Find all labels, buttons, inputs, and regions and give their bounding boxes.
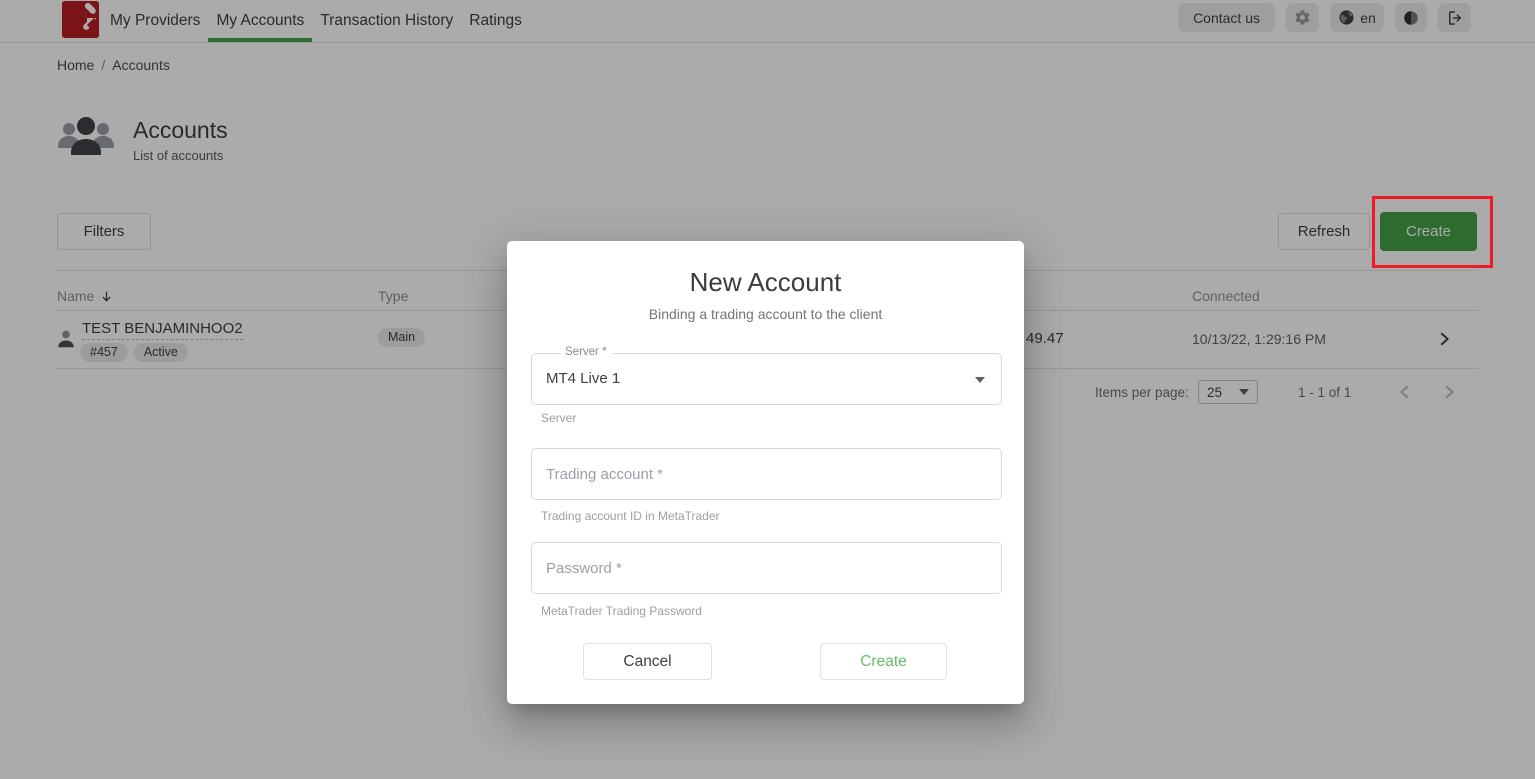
server-select-label: Server *: [560, 346, 612, 358]
trading-account-field-wrap: [531, 448, 1002, 500]
chevron-down-icon: [975, 377, 985, 383]
password-field-wrap: [531, 542, 1002, 594]
new-account-dialog: New Account Binding a trading account to…: [507, 241, 1024, 704]
dialog-cancel-button[interactable]: Cancel: [583, 643, 712, 680]
server-hint: Server: [541, 411, 576, 425]
server-select-value: MT4 Live 1: [546, 370, 620, 387]
dialog-subtitle: Binding a trading account to the client: [507, 306, 1024, 322]
password-input[interactable]: [532, 543, 1001, 593]
trading-account-input[interactable]: [532, 449, 1001, 499]
server-select[interactable]: Server * MT4 Live 1: [531, 353, 1002, 405]
dialog-create-button[interactable]: Create: [820, 643, 947, 680]
trading-account-hint: Trading account ID in MetaTrader: [541, 509, 720, 523]
dialog-title: New Account: [507, 267, 1024, 298]
password-hint: MetaTrader Trading Password: [541, 604, 702, 618]
